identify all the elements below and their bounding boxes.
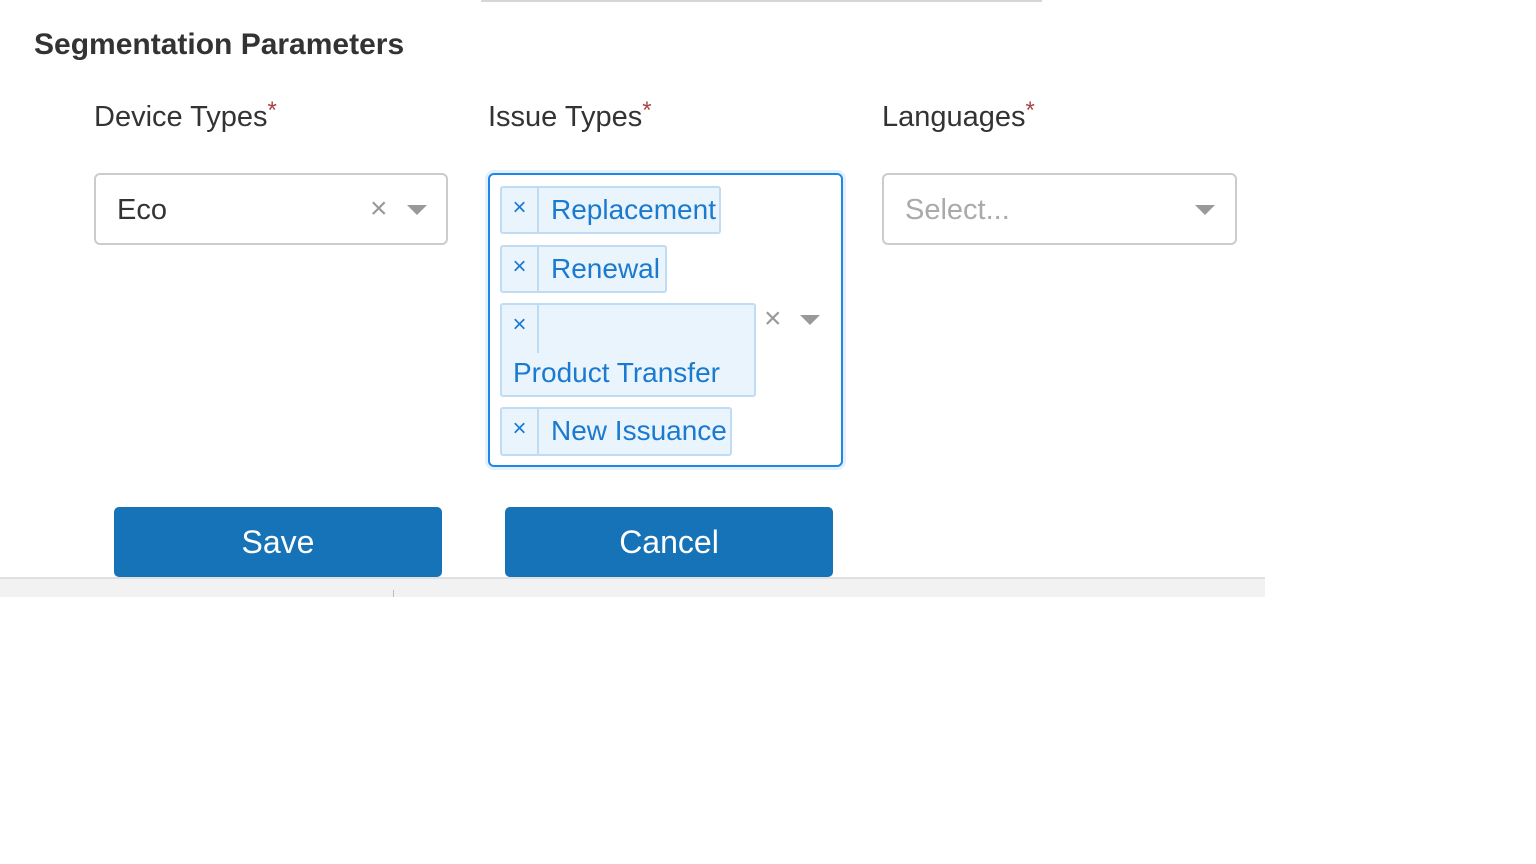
required-asterisk: *: [1025, 97, 1035, 124]
issue-types-label-text: Issue Types: [488, 101, 643, 133]
chip-remove-icon[interactable]: ×: [502, 247, 539, 291]
section-title: Segmentation Parameters: [34, 28, 405, 61]
cancel-button[interactable]: Cancel: [505, 507, 833, 577]
chip-product-transfer: × Product Transfer: [500, 303, 756, 397]
close-icon[interactable]: ×: [764, 304, 782, 334]
chip-label: Renewal: [551, 253, 660, 284]
bottom-scrollbar[interactable]: [0, 577, 1265, 597]
chip-replacement: × Replacement: [500, 186, 721, 234]
chip-remove-icon[interactable]: ×: [502, 409, 539, 454]
chip-label: Replacement: [551, 194, 716, 225]
languages-label-text: Languages: [882, 101, 1026, 133]
device-types-label-text: Device Types: [94, 101, 268, 133]
device-types-select[interactable]: Eco ×: [94, 173, 448, 245]
issue-types-label: Issue Types*: [488, 92, 652, 136]
languages-select[interactable]: Select...: [882, 173, 1237, 245]
segmentation-form-page: Segmentation Parameters Device Types* Is…: [0, 0, 1536, 864]
chip-label: New Issuance: [551, 415, 727, 446]
required-asterisk: *: [642, 97, 652, 124]
chip-remove-icon[interactable]: ×: [502, 305, 539, 353]
device-types-value: Eco: [117, 194, 167, 226]
column-divider: [393, 590, 394, 597]
caret-down-icon[interactable]: [1195, 205, 1215, 215]
required-asterisk: *: [267, 97, 277, 124]
device-types-label: Device Types*: [94, 92, 277, 136]
languages-placeholder: Select...: [905, 194, 1010, 226]
chip-renewal: × Renewal: [500, 245, 667, 293]
caret-down-icon[interactable]: [800, 315, 820, 325]
close-icon[interactable]: ×: [370, 194, 388, 224]
issue-types-select[interactable]: × Replacement × Renewal × Product Transf…: [488, 173, 843, 467]
chip-remove-icon[interactable]: ×: [502, 188, 539, 232]
chip-new-issuance: × New Issuance: [500, 407, 732, 456]
save-button[interactable]: Save: [114, 507, 442, 577]
languages-label: Languages*: [882, 92, 1035, 136]
caret-down-icon[interactable]: [407, 205, 427, 215]
chip-label: Product Transfer: [513, 357, 720, 388]
top-divider: [481, 0, 1042, 2]
